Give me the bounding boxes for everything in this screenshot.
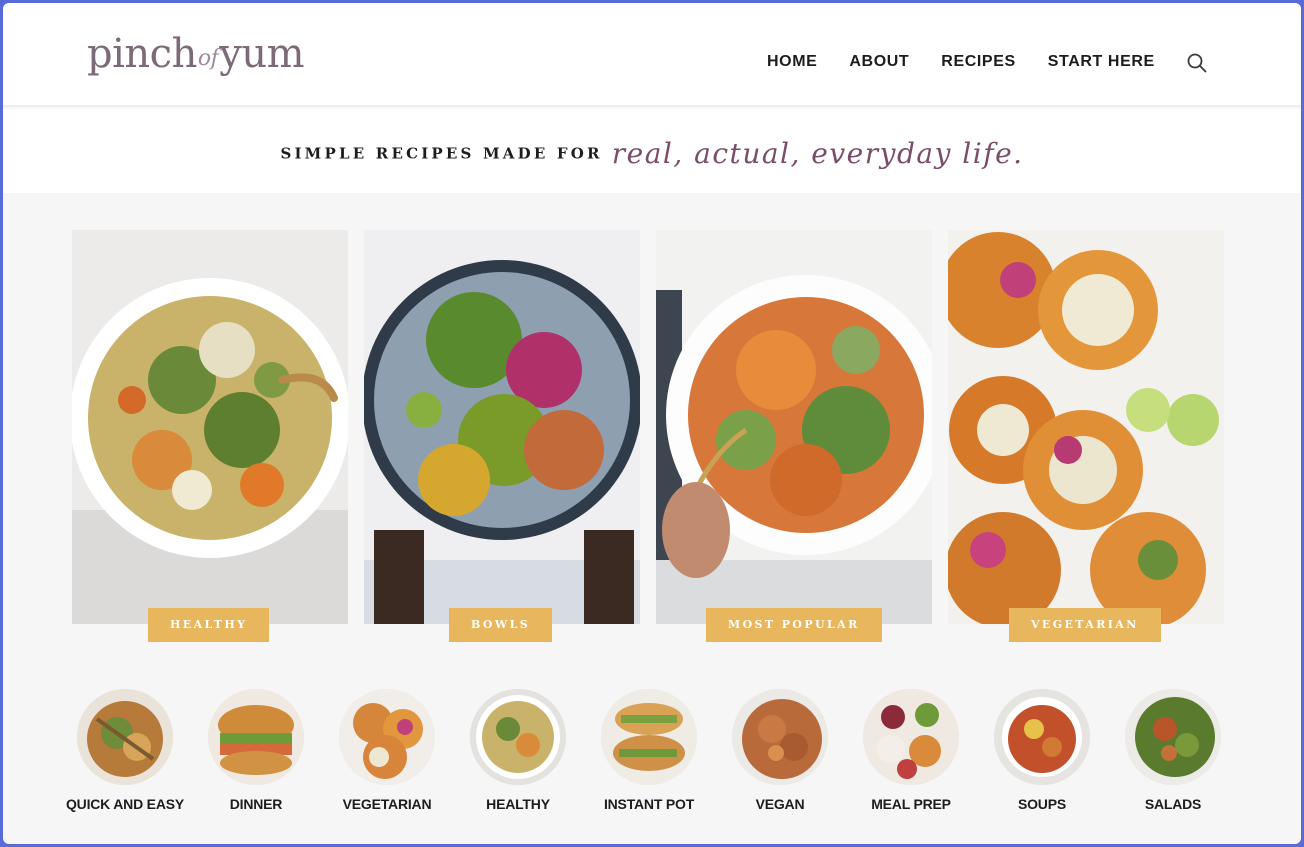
- category-label: SALADS: [1144, 796, 1202, 812]
- feature-card-healthy[interactable]: [72, 230, 348, 624]
- category-label: MEAL PREP: [871, 796, 951, 812]
- feature-card-vegetarian[interactable]: [948, 230, 1224, 624]
- category-vegan[interactable]: VEGAN: [720, 689, 840, 813]
- category-meal-prep[interactable]: MEAL PREP: [851, 689, 971, 813]
- category-soups[interactable]: SOUPS: [982, 689, 1102, 813]
- category-label: SOUPS: [1017, 796, 1066, 812]
- nav-home[interactable]: HOME: [767, 53, 817, 71]
- site-logo[interactable]: pinchofyum: [87, 31, 305, 91]
- feature-label-bowls[interactable]: BOWLS: [449, 608, 553, 642]
- quinoa-salad-image: [656, 230, 932, 624]
- category-image: [1125, 689, 1221, 785]
- logo-text-yum: yum: [219, 31, 305, 77]
- category-label: HEALTHY: [486, 796, 550, 812]
- nav-recipes[interactable]: RECIPES: [941, 53, 1015, 71]
- category-dinner[interactable]: DINNER: [196, 689, 316, 813]
- feature-card-most-popular[interactable]: [656, 230, 932, 624]
- category-vegetarian[interactable]: VEGETARIAN: [327, 689, 447, 813]
- category-image: [863, 689, 959, 785]
- category-image: [339, 689, 435, 785]
- feature-label-healthy[interactable]: HEALTHY: [148, 608, 270, 642]
- tagline-script: real, actual, everyday life.: [611, 137, 1024, 170]
- category-image: [994, 689, 1090, 785]
- category-label: VEGETARIAN: [342, 796, 432, 812]
- nav-about[interactable]: ABOUT: [849, 53, 909, 71]
- tagline: SIMPLE RECIPES MADE FOR real, actual, ev…: [3, 137, 1301, 170]
- category-label: VEGAN: [755, 796, 805, 812]
- category-label: DINNER: [229, 796, 283, 812]
- tagline-plain: SIMPLE RECIPES MADE FOR: [280, 144, 603, 163]
- nav-start-here[interactable]: START HERE: [1048, 53, 1155, 71]
- page-frame: pinchofyum HOME ABOUT RECIPES START HERE…: [3, 3, 1301, 844]
- feature-label-most-popular[interactable]: MOST POPULAR: [706, 608, 882, 642]
- category-salads[interactable]: SALADS: [1113, 689, 1233, 813]
- category-instant-pot[interactable]: INSTANT POT: [589, 689, 709, 813]
- main-nav: HOME ABOUT RECIPES START HERE: [767, 53, 1187, 71]
- logo-text-of: of: [197, 46, 219, 71]
- tostadas-image: [948, 230, 1224, 624]
- category-quick-and-easy[interactable]: QUICK AND EASY: [65, 689, 185, 813]
- burrito-bowl-image: [364, 230, 640, 624]
- category-healthy[interactable]: HEALTHY: [458, 689, 578, 813]
- category-image: [470, 689, 566, 785]
- category-image: [77, 689, 173, 785]
- site-header: pinchofyum HOME ABOUT RECIPES START HERE: [3, 3, 1301, 107]
- soup-bowl-image: [72, 230, 348, 624]
- feature-card-bowls[interactable]: [364, 230, 640, 624]
- tagline-banner: SIMPLE RECIPES MADE FOR real, actual, ev…: [3, 109, 1301, 193]
- search-icon[interactable]: [1186, 52, 1208, 74]
- category-label: INSTANT POT: [603, 796, 695, 812]
- category-image: [601, 689, 697, 785]
- feature-label-vegetarian[interactable]: VEGETARIAN: [1009, 608, 1161, 642]
- category-label: QUICK AND EASY: [65, 796, 185, 812]
- logo-text-pinch: pinch: [87, 31, 197, 77]
- category-image: [208, 689, 304, 785]
- category-image: [732, 689, 828, 785]
